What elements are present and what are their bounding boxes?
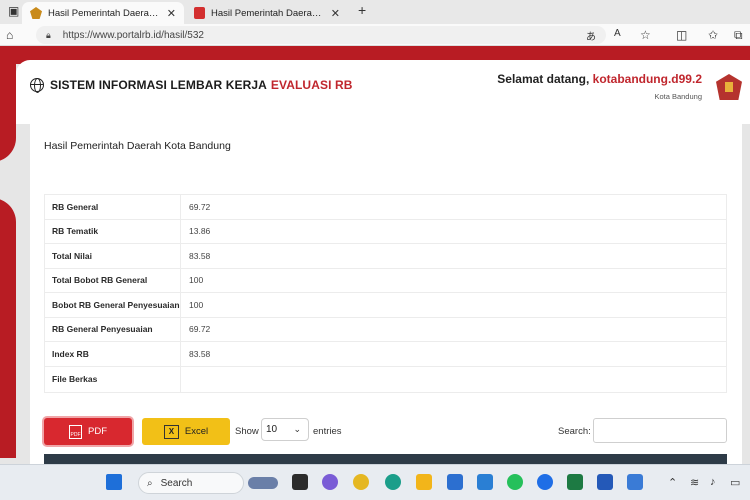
chat-icon[interactable] — [322, 474, 338, 490]
row-label: Total Bobot RB General — [44, 267, 181, 293]
file-berkas-value[interactable] — [180, 365, 727, 393]
browser-tab-2[interactable]: Hasil Pemerintah Daerah Kota Ba ✕ — [186, 2, 348, 24]
row-value: 83.58 — [180, 341, 727, 367]
pdf-favicon-icon — [194, 7, 205, 19]
whatsapp-icon[interactable] — [507, 474, 523, 490]
collections-icon[interactable]: ⧉ — [734, 28, 743, 43]
taskbar: ⌕ Search ⌃ ≋ ♪ ▭ — [0, 464, 750, 500]
export-pdf-button[interactable]: PDF PDF — [44, 418, 132, 445]
row-label: File Berkas — [44, 365, 181, 393]
table-row: Total Bobot RB General 100 — [44, 267, 727, 293]
row-label: RB Tematik — [44, 218, 181, 244]
excel-button-label: Excel — [184, 426, 209, 437]
table-row: File Berkas — [44, 365, 727, 393]
row-value: 100 — [180, 292, 727, 318]
show-label: Show — [235, 426, 259, 437]
search-input[interactable] — [593, 418, 727, 443]
decorative-shape — [0, 46, 16, 162]
chevron-down-icon: ⌄ — [293, 424, 301, 434]
tray-chevron-icon[interactable]: ⌃ — [668, 476, 677, 489]
row-label: RB General — [44, 194, 181, 220]
entries-select[interactable]: 10 ⌄ — [261, 418, 309, 441]
url-text: https://www.portalrb.id/hasil/532 — [62, 29, 204, 41]
weather-widget-icon[interactable] — [248, 477, 278, 489]
result-table: RB General 69.72 RB Tematik 13.86 Total Ni… — [44, 194, 727, 393]
row-label: Bobot RB General Penyesuaian — [44, 292, 181, 318]
row-value: 69.72 — [180, 194, 727, 220]
system-title: SISTEM INFORMASI LEMBAR KERJA EVALUASI R… — [30, 78, 353, 93]
row-value: 100 — [180, 267, 727, 293]
user-region: Kota Bandung — [654, 92, 702, 101]
table-row: Index RB 83.58 — [44, 341, 727, 367]
garuda-emblem-icon — [716, 74, 742, 100]
globe-icon — [30, 78, 44, 93]
chrome-icon[interactable] — [353, 474, 369, 490]
excel-file-icon: X — [163, 424, 179, 439]
system-title-text: SISTEM INFORMASI LEMBAR KERJA — [50, 78, 267, 92]
browser-tab-1[interactable]: Hasil Pemerintah Daerah Kota Ba ✕ — [22, 2, 184, 24]
split-screen-icon[interactable]: ◫ — [676, 28, 687, 42]
table-row: RB General Penyesuaian 69.72 — [44, 316, 727, 342]
result-card: Hasil Pemerintah Daerah Kota Bandung RB … — [30, 124, 742, 464]
task-view-icon[interactable] — [292, 474, 308, 490]
table-row: RB General 69.72 — [44, 194, 727, 220]
page-header: SISTEM INFORMASI LEMBAR KERJA EVALUASI R… — [16, 60, 750, 124]
row-label: RB General Penyesuaian — [44, 316, 181, 342]
garuda-favicon-icon — [30, 7, 42, 19]
table-row: Total Nilai 83.58 — [44, 243, 727, 269]
sidebar-tabs-icon[interactable]: ▣ — [8, 4, 19, 18]
close-tab-icon[interactable]: ✕ — [167, 7, 176, 20]
row-value: 13.86 — [180, 218, 727, 244]
store-icon[interactable] — [447, 474, 463, 490]
tab-title: Hasil Pemerintah Daerah Kota Ba — [48, 7, 161, 19]
address-bar[interactable]: 🔒︎ https://www.portalrb.id/hasil/532 — [36, 26, 606, 44]
row-label: Total Nilai — [44, 243, 181, 269]
file-explorer-icon[interactable] — [416, 474, 432, 490]
text-size-icon[interactable]: A — [614, 28, 621, 39]
mail-icon[interactable] — [477, 474, 493, 490]
decorative-shape — [0, 198, 16, 458]
zoom-icon[interactable] — [537, 474, 553, 490]
volume-icon[interactable]: ♪ — [710, 476, 716, 488]
browser-tab-strip: ▣ Hasil Pemerintah Daerah Kota Ba ✕ Hasi… — [0, 0, 750, 24]
notepad-icon[interactable] — [627, 474, 643, 490]
entries-value: 10 — [266, 424, 278, 435]
lock-icon: 🔒︎ — [46, 29, 51, 40]
home-icon[interactable]: ⌂ — [6, 28, 13, 42]
table-row: Bobot RB General Penyesuaian 100 — [44, 292, 727, 318]
favorite-star-icon[interactable]: ☆ — [640, 28, 651, 42]
pdf-file-icon: PDF — [69, 424, 82, 439]
read-aloud-icon[interactable]: あ — [586, 28, 596, 43]
browser-nav-bar: ⌂ 🔒︎ https://www.portalrb.id/hasil/532 あ… — [0, 24, 750, 46]
search-icon: ⌕ — [147, 477, 153, 489]
excel-app-icon[interactable] — [567, 474, 583, 490]
entries-label: entries — [313, 426, 342, 437]
pdf-button-label: PDF — [88, 426, 107, 437]
taskbar-search-label: Search — [160, 477, 193, 489]
export-excel-button[interactable]: X Excel — [142, 418, 230, 445]
wifi-icon[interactable]: ≋ — [690, 476, 699, 489]
edge-icon[interactable] — [385, 474, 401, 490]
system-title-highlight: EVALUASI RB — [270, 78, 353, 92]
row-value: 83.58 — [180, 243, 727, 269]
welcome-message: Selamat datang, kotabandung.d99.2 — [497, 72, 702, 86]
start-button-icon[interactable] — [106, 474, 122, 490]
word-app-icon[interactable] — [597, 474, 613, 490]
close-tab-icon[interactable]: ✕ — [331, 7, 340, 20]
welcome-prefix: Selamat datang, — [497, 72, 590, 86]
favorites-icon[interactable]: ✩ — [708, 28, 718, 42]
taskbar-search-box[interactable]: ⌕ Search — [138, 472, 244, 494]
row-value: 69.72 — [180, 316, 727, 342]
row-label: Index RB — [44, 341, 181, 367]
table-row: RB Tematik 13.86 — [44, 218, 727, 244]
web-page: SISTEM INFORMASI LEMBAR KERJA EVALUASI R… — [0, 46, 750, 464]
card-title: Hasil Pemerintah Daerah Kota Bandung — [44, 140, 231, 152]
new-tab-icon[interactable]: + — [358, 2, 366, 18]
data-table-header — [44, 454, 727, 464]
battery-icon[interactable]: ▭ — [730, 476, 740, 489]
search-label: Search: — [558, 426, 591, 437]
tab-title: Hasil Pemerintah Daerah Kota Ba — [211, 7, 325, 19]
username[interactable]: kotabandung.d99.2 — [593, 72, 702, 86]
